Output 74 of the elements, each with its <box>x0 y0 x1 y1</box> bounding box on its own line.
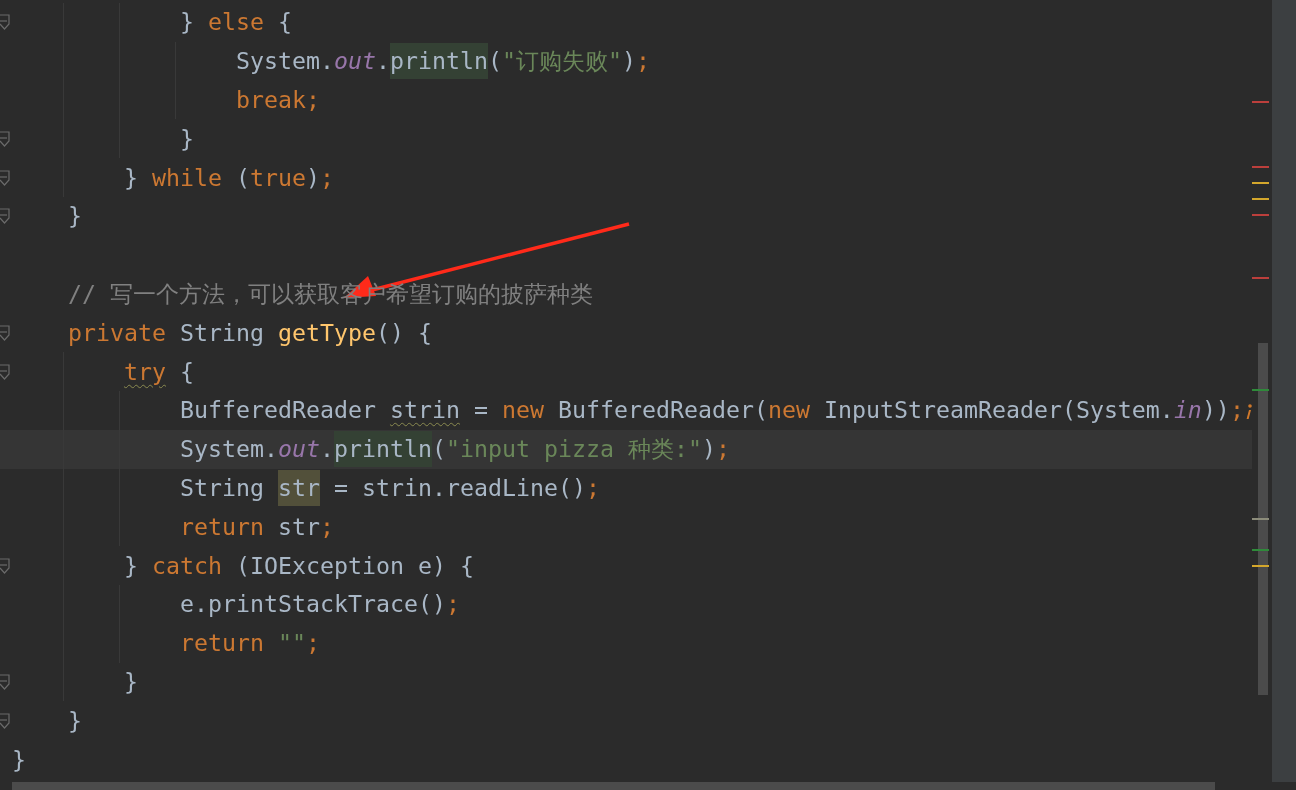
code-token: = <box>473 395 489 426</box>
code-token: "订购失败" <box>501 46 622 77</box>
code-token: ; <box>585 472 600 503</box>
code-token: } <box>124 162 139 193</box>
fold-icon[interactable] <box>0 14 10 31</box>
fold-icon[interactable] <box>0 324 10 341</box>
code-token: break; <box>235 85 320 115</box>
code-token: e.printStackTrace() <box>180 589 446 620</box>
code-token: BufferedReader( <box>557 395 768 426</box>
code-token: } <box>12 744 26 775</box>
code-token: return <box>180 511 264 542</box>
fold-icon[interactable] <box>0 169 10 186</box>
code-token: str <box>277 469 320 506</box>
code-token: . <box>319 434 334 465</box>
code-token: = strin.readLine() <box>333 472 586 503</box>
code-token: str <box>278 511 320 542</box>
code-token: { <box>278 7 292 38</box>
horizontal-scrollbar[interactable] <box>12 782 1215 790</box>
code-token: ; <box>1229 395 1244 426</box>
fold-icon[interactable] <box>0 712 10 729</box>
code-token: in <box>1173 395 1202 426</box>
code-token: ; <box>320 511 334 542</box>
code-token: () { <box>375 317 432 348</box>
code-token: new <box>501 395 544 426</box>
code-token: } <box>124 666 138 697</box>
fold-icon[interactable] <box>0 363 10 380</box>
fold-icon[interactable] <box>0 208 10 225</box>
code-token: true <box>250 162 306 193</box>
code-token: String <box>180 472 265 503</box>
code-token: private <box>68 317 166 348</box>
code-token: println <box>389 43 488 80</box>
code-token: ; <box>715 434 730 465</box>
code-token: ; <box>320 162 334 193</box>
code-token: ( <box>236 162 250 193</box>
code-token: ) <box>621 46 636 77</box>
fold-icon[interactable] <box>0 130 10 147</box>
code-token: { <box>180 356 194 387</box>
code-token: (IOException e) { <box>236 550 474 581</box>
info-icon[interactable] <box>1246 404 1252 420</box>
code-token: ) <box>306 162 320 193</box>
code-token: out <box>277 434 320 465</box>
code-token: ; <box>635 46 650 77</box>
code-token: InputStreamReader(System. <box>823 395 1174 426</box>
code-token: System. <box>180 434 278 465</box>
code-token: } <box>180 123 194 154</box>
code-token: getType <box>277 317 376 348</box>
code-token: new <box>767 395 810 426</box>
code-token: catch <box>152 550 222 581</box>
code-token: strin <box>389 395 460 426</box>
code-token: ( <box>487 46 502 77</box>
code-token: } <box>68 201 82 232</box>
code-token: BufferedReader <box>180 395 377 426</box>
code-token: . <box>375 46 390 77</box>
fold-icon[interactable] <box>0 557 10 574</box>
code-token: return <box>180 628 264 659</box>
vertical-scrollbar[interactable] <box>1258 343 1268 695</box>
code-token: out <box>333 46 376 77</box>
code-token: while <box>152 162 222 193</box>
code-token: println <box>333 431 432 468</box>
fold-icon[interactable] <box>0 673 10 690</box>
code-token: )) <box>1201 395 1230 426</box>
code-token: } <box>68 705 82 736</box>
code-token: "input pizza 种类:" <box>445 434 702 465</box>
code-token: ; <box>306 628 320 659</box>
code-token: } <box>180 7 195 38</box>
code-token: String <box>180 317 265 348</box>
code-token: ; <box>445 589 460 620</box>
code-token: } <box>124 550 139 581</box>
code-token: "" <box>278 628 306 659</box>
code-token: try <box>124 356 166 387</box>
code-token: ) <box>701 434 716 465</box>
code-token: System. <box>235 46 334 77</box>
code-token: ( <box>431 434 446 465</box>
code-token: else <box>208 7 264 38</box>
